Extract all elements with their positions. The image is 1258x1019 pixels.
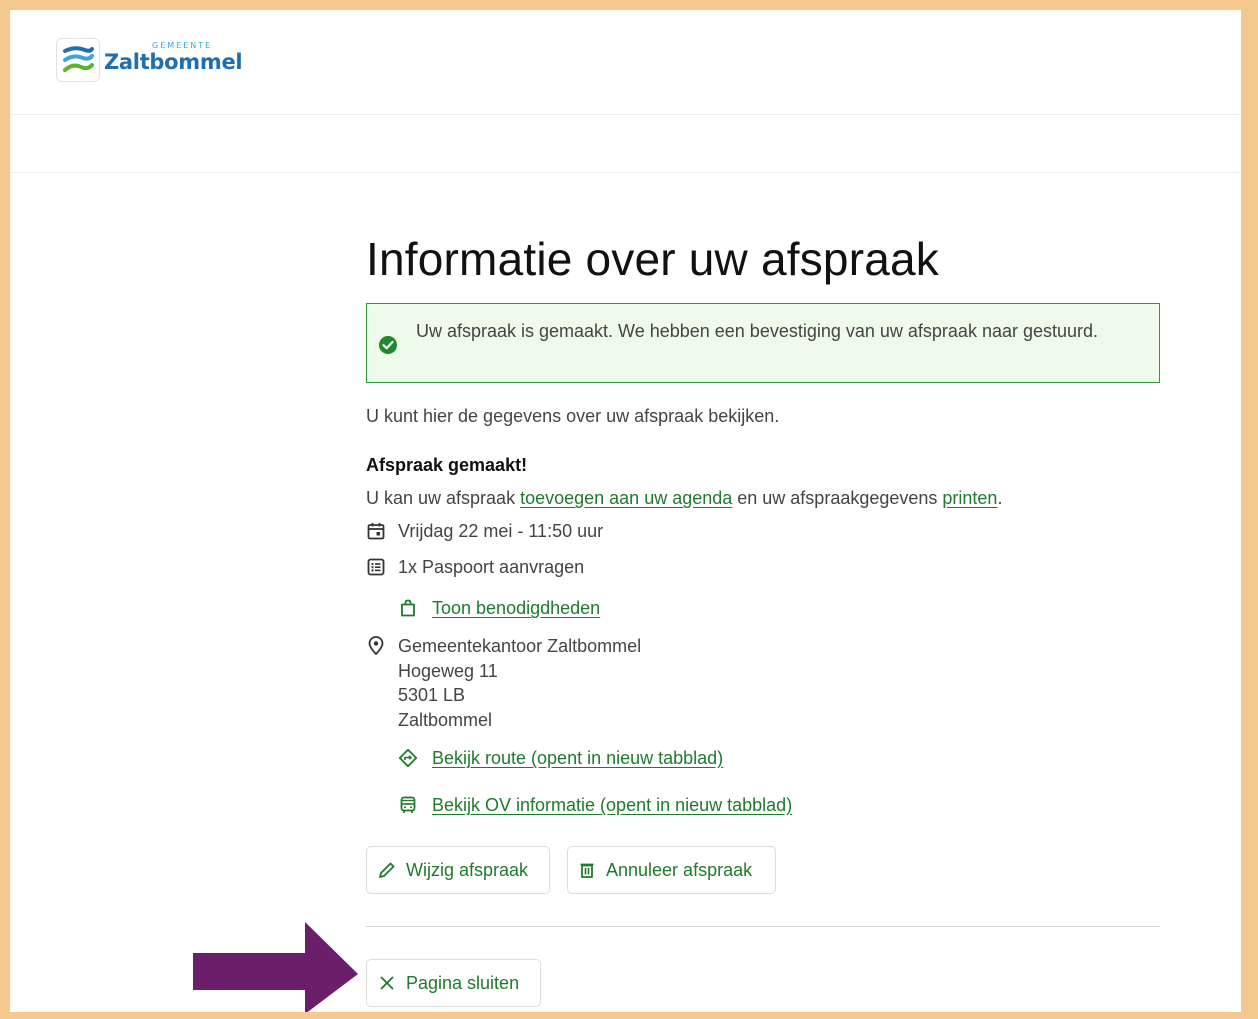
sub-navigation-bar bbox=[10, 115, 1241, 173]
sentence-end: . bbox=[997, 488, 1003, 508]
shopping-bag-icon bbox=[398, 598, 432, 618]
logo-wordmark: GEMEENTE Zaltbommel bbox=[104, 38, 243, 82]
cancel-appointment-button[interactable]: Annuleer afspraak bbox=[567, 846, 776, 894]
edit-appointment-button[interactable]: Wijzig afspraak bbox=[366, 846, 550, 894]
print-link[interactable]: printen bbox=[942, 488, 997, 508]
close-button-label: Pagina sluiten bbox=[406, 972, 520, 993]
page-title: Informatie over uw afspraak bbox=[366, 233, 939, 285]
show-requirements-link[interactable]: Toon benodigdheden bbox=[432, 596, 600, 620]
view-ov-info-link[interactable]: Bekijk OV informatie (opent in nieuw tab… bbox=[432, 793, 792, 817]
location-city: Zaltbommel bbox=[398, 709, 493, 730]
sentence-middle: en uw afspraakgegevens bbox=[732, 488, 943, 508]
location-street: Hogeweg 11 bbox=[398, 660, 498, 681]
pencil-icon bbox=[377, 860, 397, 880]
location-postcode: 5301 LB bbox=[398, 685, 466, 705]
close-page-button[interactable]: Pagina sluiten bbox=[366, 959, 541, 1007]
municipality-logo[interactable]: GEMEENTE Zaltbommel bbox=[56, 38, 243, 82]
logo-mark-icon bbox=[56, 38, 100, 82]
logo-prefix: GEMEENTE bbox=[152, 41, 213, 50]
location-pin-icon bbox=[366, 634, 398, 662]
location-name: Gemeentekantoor Zaltbommel bbox=[398, 636, 642, 656]
main-content: Informatie over uw afspraak Uw afspraak … bbox=[366, 232, 1160, 1007]
edit-button-label: Wijzig afspraak bbox=[406, 859, 529, 880]
cancel-button-label: Annuleer afspraak bbox=[606, 859, 753, 880]
intro-text: U kunt hier de gegevens over uw afspraak… bbox=[366, 406, 780, 426]
ov-row: Bekijk OV informatie (opent in nieuw tab… bbox=[398, 793, 1160, 817]
datetime-text: Vrijdag 22 mei - 11:50 uur bbox=[398, 521, 604, 541]
route-row: Bekijk route (opent in nieuw tabblad) bbox=[398, 746, 1160, 770]
calendar-icon bbox=[366, 519, 398, 547]
trash-icon bbox=[577, 860, 597, 880]
annotation-arrow-icon bbox=[193, 922, 358, 1012]
alert-message: Uw afspraak is gemaakt. We hebben een be… bbox=[415, 321, 1099, 341]
product-text: 1x Paspoort aanvragen bbox=[398, 557, 585, 577]
directions-icon bbox=[398, 748, 432, 768]
site-header: GEMEENTE Zaltbommel bbox=[10, 10, 1241, 115]
action-buttons: Wijzig afspraak Annuleer afspraak bbox=[366, 846, 1160, 894]
appointment-product: 1x Paspoort aanvragen bbox=[366, 555, 1160, 583]
page-frame: GEMEENTE Zaltbommel Informatie over uw a… bbox=[10, 10, 1241, 1012]
appointment-location: Gemeentekantoor Zaltbommel Hogeweg 11 53… bbox=[366, 634, 1160, 732]
add-to-calendar-link[interactable]: toevoegen aan uw agenda bbox=[520, 488, 732, 508]
bus-icon bbox=[398, 795, 432, 815]
appointment-heading: Afspraak gemaakt! bbox=[366, 455, 528, 475]
close-icon bbox=[377, 973, 397, 993]
view-route-link[interactable]: Bekijk route (opent in nieuw tabblad) bbox=[432, 746, 723, 770]
success-alert: Uw afspraak is gemaakt. We hebben een be… bbox=[366, 303, 1160, 383]
appointment-sentence: U kan uw afspraak toevoegen aan uw agend… bbox=[366, 486, 1160, 510]
requirements-row: Toon benodigdheden bbox=[398, 596, 1160, 620]
sentence-start: U kan uw afspraak bbox=[366, 488, 521, 508]
address-block: Gemeentekantoor Zaltbommel Hogeweg 11 53… bbox=[398, 634, 641, 732]
logo-name: Zaltbommel bbox=[104, 50, 243, 74]
section-divider bbox=[366, 926, 1160, 927]
appointment-datetime: Vrijdag 22 mei - 11:50 uur bbox=[366, 519, 1160, 547]
check-circle-icon bbox=[378, 335, 398, 360]
list-icon bbox=[366, 555, 398, 583]
